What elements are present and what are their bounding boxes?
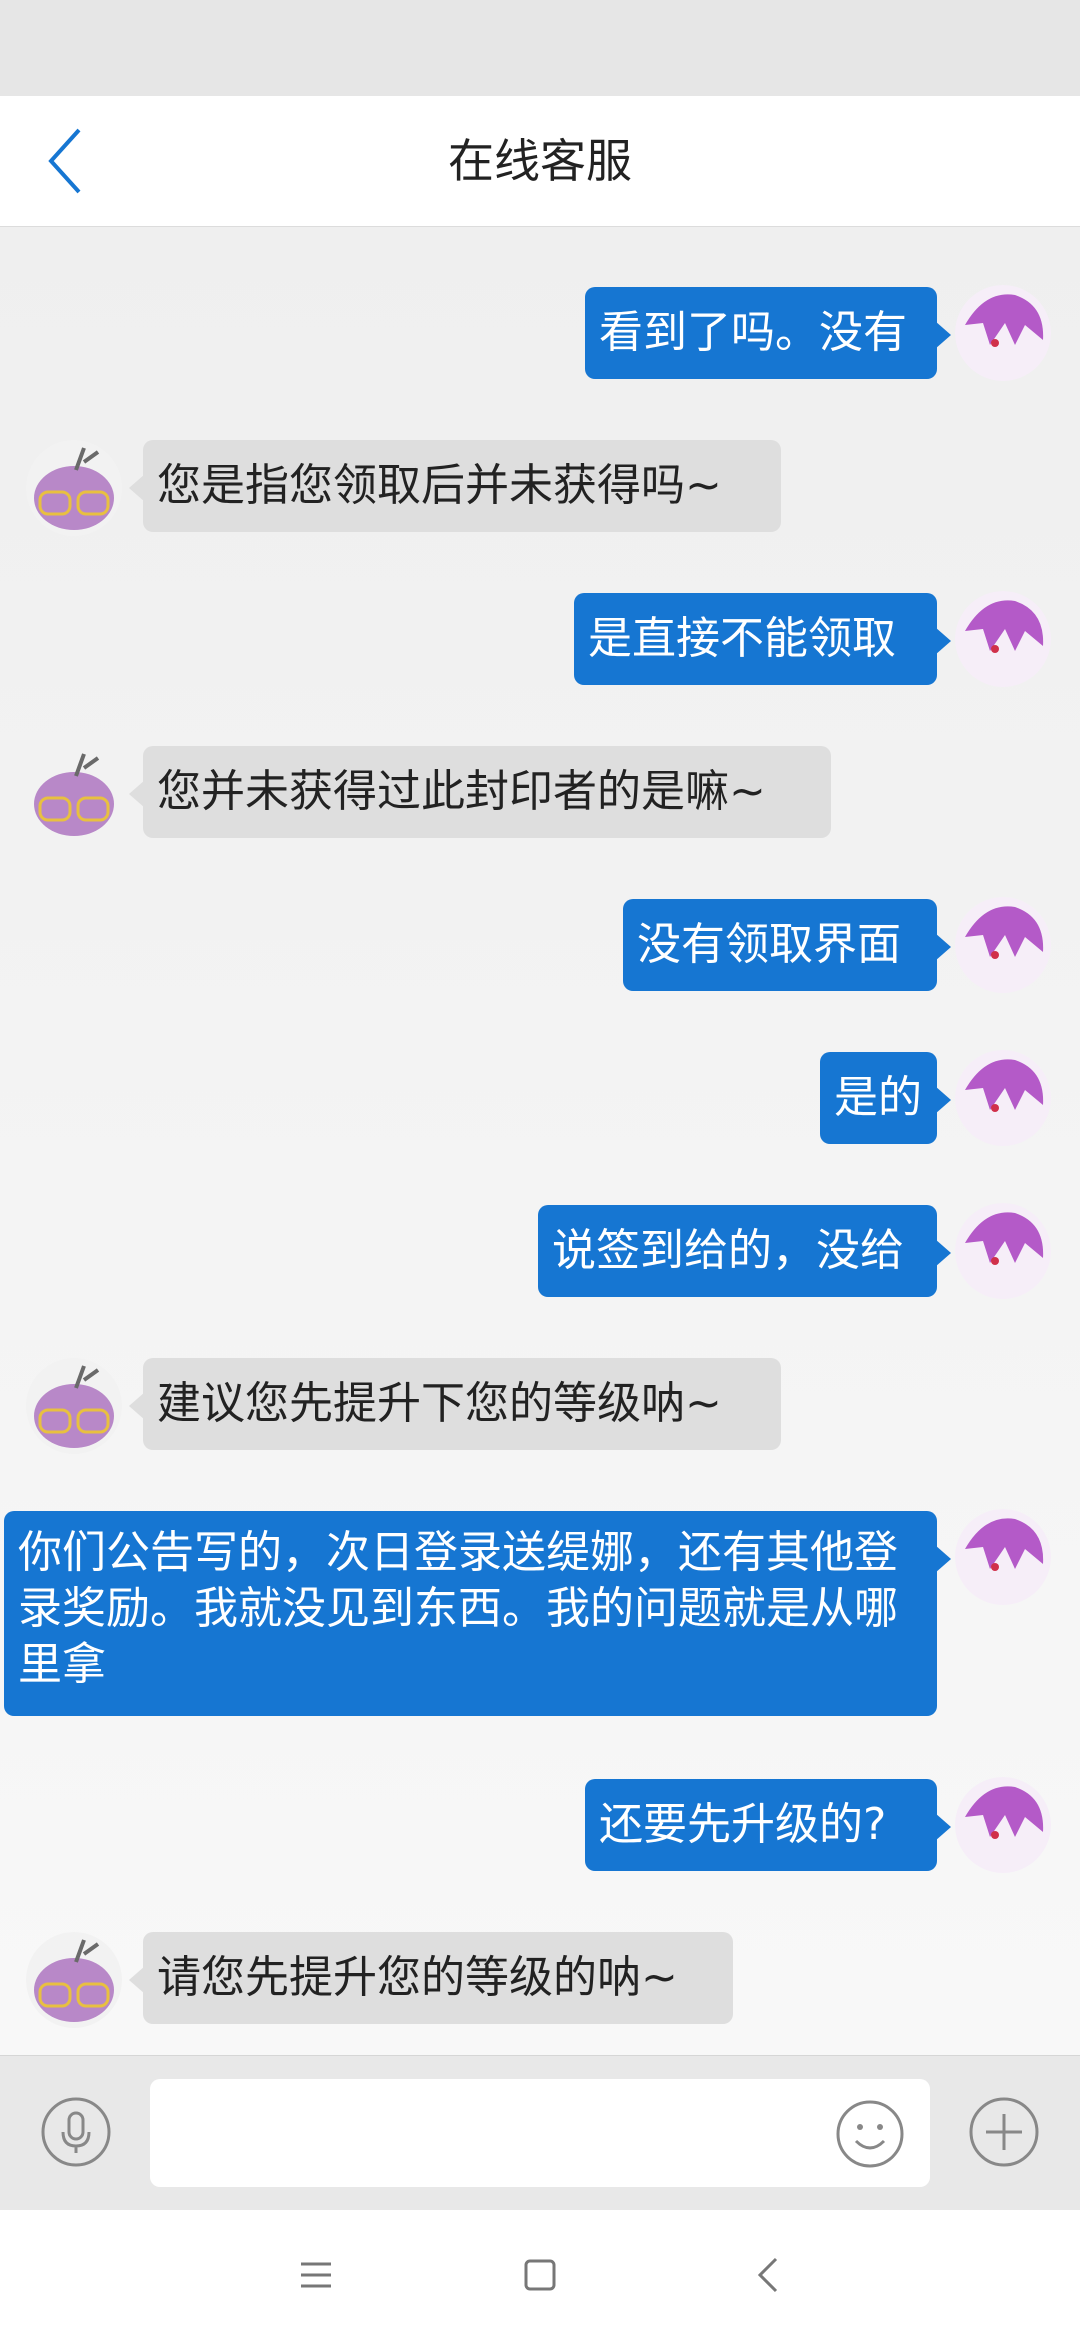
message-text: 说签到给的，没给 xyxy=(552,1225,904,1276)
message-text: 您并未获得过此封印者的是嘛~ xyxy=(157,766,766,817)
agent-avatar-image xyxy=(26,1358,122,1454)
nav-home-button[interactable] xyxy=(510,2245,570,2305)
page-title: 在线客服 xyxy=(448,134,632,188)
user-avatar[interactable] xyxy=(955,1050,1051,1146)
message-row: 没有领取界面 xyxy=(0,897,1080,999)
message-row: 你们公告写的，次日登录送缇娜，还有其他登录奖励。我就没见到东西。我的问题就是从哪… xyxy=(0,1509,1080,1721)
message-bubble-user[interactable]: 看到了吗。没有 xyxy=(585,287,951,379)
user-avatar-image xyxy=(955,285,1051,381)
user-avatar-image xyxy=(955,1509,1051,1605)
message-text: 你们公告写的，次日登录送缇娜，还有其他登录奖励。我就没见到东西。我的问题就是从哪… xyxy=(18,1527,898,1690)
agent-avatar-image xyxy=(26,746,122,842)
system-nav-bar xyxy=(0,2210,1080,2340)
message-row: 请您先提升您的等级的呐~ xyxy=(0,1932,1080,2032)
message-row: 是的 xyxy=(0,1050,1080,1152)
message-row: 还要先升级的? xyxy=(0,1777,1080,1879)
message-row: 看到了吗。没有 xyxy=(0,285,1080,387)
user-avatar-image xyxy=(955,1203,1051,1299)
message-bubble-user[interactable]: 是的 xyxy=(820,1052,951,1144)
message-bubble-agent[interactable]: 您是指您领取后并未获得吗~ xyxy=(129,440,781,532)
square-icon xyxy=(524,2259,556,2291)
message-bubble-user[interactable]: 你们公告写的，次日登录送缇娜，还有其他登录奖励。我就没见到东西。我的问题就是从哪… xyxy=(4,1511,951,1716)
chat-area: 看到了吗。没有 您是指您领取后并未获得吗~ 是直接不能领取 您并未获得过此封印者… xyxy=(0,227,1080,2055)
input-bar xyxy=(0,2055,1080,2211)
message-text: 请您先提升您的等级的呐~ xyxy=(157,1952,678,2003)
user-avatar-image xyxy=(955,897,1051,993)
nav-menu-button[interactable] xyxy=(286,2245,346,2305)
emoji-button[interactable] xyxy=(835,2099,905,2169)
agent-avatar[interactable] xyxy=(26,746,122,842)
menu-icon xyxy=(301,2262,331,2288)
message-bubble-agent[interactable]: 请您先提升您的等级的呐~ xyxy=(129,1932,733,2024)
agent-avatar-image xyxy=(26,440,122,536)
user-avatar-image xyxy=(955,1777,1051,1873)
user-avatar-image xyxy=(955,1050,1051,1146)
message-row: 您并未获得过此封印者的是嘛~ xyxy=(0,746,1080,846)
message-text: 是的 xyxy=(834,1072,922,1123)
message-text: 是直接不能领取 xyxy=(588,613,896,664)
nav-back-button[interactable] xyxy=(738,2245,798,2305)
user-avatar[interactable] xyxy=(955,591,1051,687)
agent-avatar[interactable] xyxy=(26,1358,122,1454)
message-row: 您是指您领取后并未获得吗~ xyxy=(0,440,1080,540)
plus-icon xyxy=(969,2097,1039,2167)
message-row: 建议您先提升下您的等级呐~ xyxy=(0,1358,1080,1458)
agent-avatar-image xyxy=(26,1932,122,2028)
message-input-field[interactable] xyxy=(166,2103,810,2165)
message-bubble-user[interactable]: 没有领取界面 xyxy=(623,899,951,991)
smiley-icon xyxy=(836,2100,904,2168)
more-button[interactable] xyxy=(968,2096,1040,2168)
message-bubble-user[interactable]: 还要先升级的? xyxy=(585,1779,951,1871)
message-bubble-agent[interactable]: 建议您先提升下您的等级呐~ xyxy=(129,1358,781,1450)
message-input[interactable] xyxy=(150,2079,930,2187)
chevron-left-icon xyxy=(757,2257,778,2293)
user-avatar[interactable] xyxy=(955,1509,1051,1605)
agent-avatar[interactable] xyxy=(26,1932,122,2028)
user-avatar-image xyxy=(955,591,1051,687)
status-bar xyxy=(0,0,1080,96)
message-row: 是直接不能领取 xyxy=(0,591,1080,693)
microphone-icon xyxy=(41,2097,111,2167)
user-avatar[interactable] xyxy=(955,1777,1051,1873)
message-text: 没有领取界面 xyxy=(637,919,901,970)
user-avatar[interactable] xyxy=(955,897,1051,993)
agent-avatar[interactable] xyxy=(26,440,122,536)
message-bubble-user[interactable]: 是直接不能领取 xyxy=(574,593,951,685)
header: 在线客服 xyxy=(0,96,1080,227)
message-bubble-agent[interactable]: 您并未获得过此封印者的是嘛~ xyxy=(129,746,831,838)
message-bubble-user[interactable]: 说签到给的，没给 xyxy=(538,1205,951,1297)
user-avatar[interactable] xyxy=(955,1203,1051,1299)
message-text: 还要先升级的? xyxy=(599,1799,887,1850)
message-text: 您是指您领取后并未获得吗~ xyxy=(157,460,722,511)
voice-button[interactable] xyxy=(40,2096,112,2168)
user-avatar[interactable] xyxy=(955,285,1051,381)
message-row: 说签到给的，没给 xyxy=(0,1203,1080,1305)
message-text: 看到了吗。没有 xyxy=(599,307,907,358)
message-text: 建议您先提升下您的等级呐~ xyxy=(157,1378,722,1429)
